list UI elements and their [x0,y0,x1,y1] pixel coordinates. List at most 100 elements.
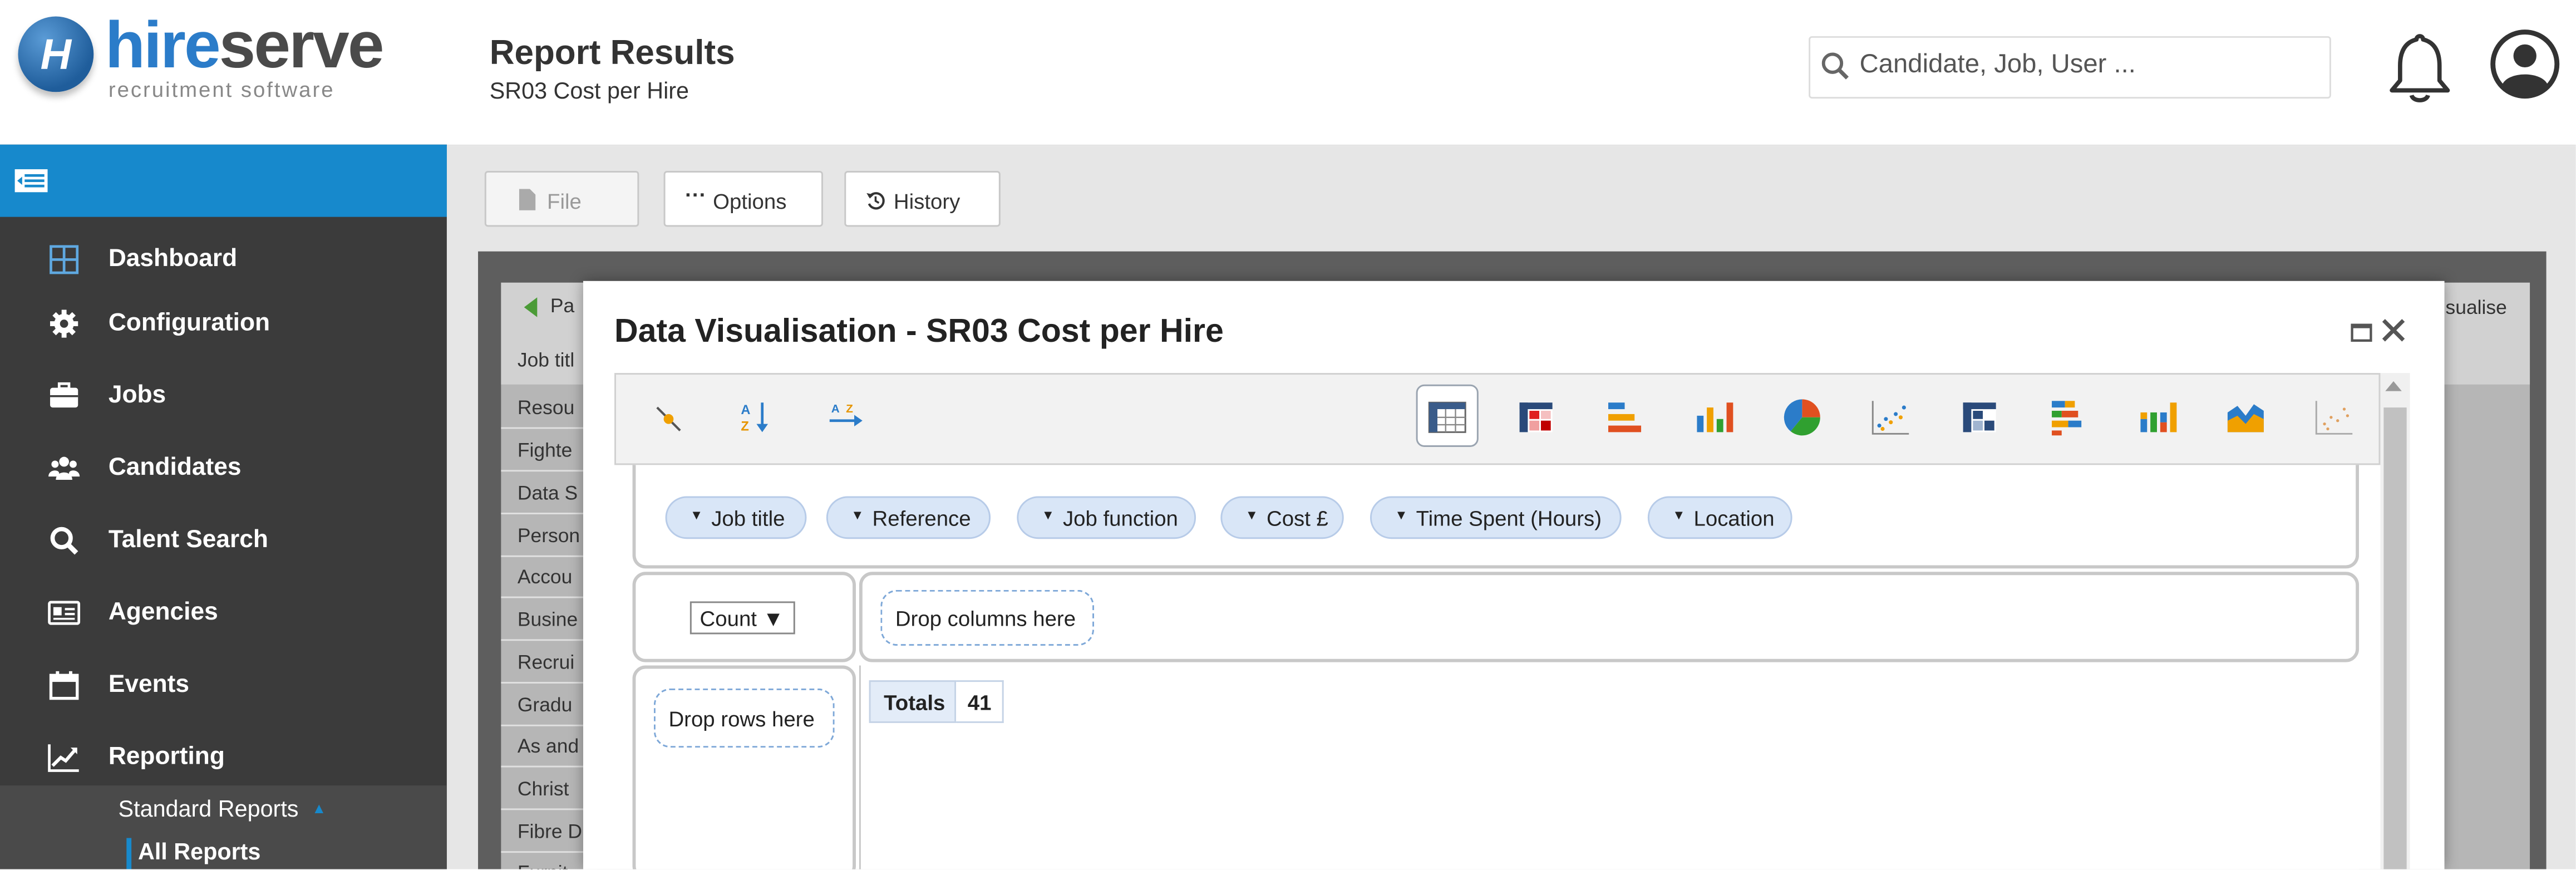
search-input[interactable] [1859,37,2320,94]
sidebar-item-label: Configuration [108,308,270,337]
drop-rows-target[interactable]: Drop rows here [653,688,835,748]
field-chip-job-function[interactable]: ▼ Job function [1017,496,1196,539]
field-chip-cost[interactable]: ▼ Cost £ [1220,496,1344,539]
sidebar-item-label: Events [108,670,190,699]
bell-icon[interactable] [2385,30,2454,105]
job-title-cell: Fibre D [517,820,583,843]
scrollbar-thumb[interactable] [2383,407,2407,869]
sort-direction-icon[interactable]: AZ [825,396,868,439]
field-chip-reference[interactable]: ▼ Reference [826,496,991,539]
sidebar-item-label: Reporting [108,743,225,771]
dialog-title: Data Visualisation - SR03 Cost per Hire [614,313,1224,350]
drop-columns-target[interactable]: Drop columns here [880,589,1095,646]
svg-text:Z: Z [741,419,748,434]
id-card-icon [48,601,81,625]
hireserve-logo-badge[interactable]: H [18,16,94,92]
options-button[interactable]: ··· Options [663,171,823,227]
line-chart-icon [48,744,79,772]
stacked-column-icon[interactable] [2136,396,2179,439]
job-title-cell: Resou [517,396,575,419]
field-chip-label: Job function [1062,506,1178,531]
field-chip-time-spent[interactable]: ▼ Time Spent (Hours) [1370,496,1622,539]
field-chip-label: Time Spent (Hours) [1416,506,1602,531]
sidebar-item-label: Dashboard [108,244,238,273]
totals-label: Totals [884,690,945,715]
history-button-label: History [893,189,961,214]
table-icon[interactable] [1426,396,1469,439]
scatter-chart-icon[interactable] [1869,396,1912,439]
sidebar-item-agencies[interactable]: Agencies [0,580,447,646]
user-account-icon[interactable] [2489,28,2561,100]
people-icon [48,456,80,480]
submenu-standard-reports[interactable]: Standard Reports ▲ [119,795,327,822]
clear-icon[interactable] [647,396,690,439]
dropdown-arrow-icon: ▼ [1041,508,1055,523]
sidebar-item-talent-search[interactable]: Talent Search [0,508,447,573]
sidebar-item-label: Jobs [108,381,166,410]
sidebar-item-events[interactable]: Events [0,652,447,718]
visualise-button[interactable]: isualise [2441,296,2507,318]
sidebar-item-reporting[interactable]: Reporting [0,725,447,790]
dropdown-arrow-icon: ▼ [689,508,703,523]
pie-chart-icon[interactable] [1781,396,1824,439]
search-icon [50,527,78,555]
job-title-cell: Data S [517,481,578,505]
maximize-icon[interactable] [2351,323,2372,342]
logo-word-part2: serve [219,9,385,82]
drop-rows-label: Drop rows here [668,706,815,731]
calendar-icon [49,671,79,700]
field-chip-label: Cost £ [1266,506,1328,531]
job-title-cell: As and [517,734,579,758]
file-button-label: File [547,189,582,214]
sidebar-item-label: Agencies [108,598,218,626]
sidebar-item-label: Talent Search [108,525,268,554]
totals-value-cell[interactable]: 41 [956,680,1004,723]
field-chip-label: Reference [872,506,971,531]
totals-header-cell: Totals [869,680,957,723]
options-button-label: Options [713,189,787,214]
dot-chart-icon[interactable] [2313,396,2356,439]
sidebar-item-jobs[interactable]: Jobs [0,363,447,429]
close-icon[interactable] [2380,317,2406,343]
submenu-all-reports[interactable]: All Reports [138,838,260,864]
back-arrow-icon[interactable] [524,297,538,317]
history-icon [866,192,885,210]
field-chip-job-title[interactable]: ▼ Job title [665,496,807,539]
svg-text:A: A [741,403,750,417]
sidebar-item-configuration[interactable]: Configuration [0,291,447,357]
job-title-cell: Christ [517,777,569,800]
scroll-up-arrow-icon[interactable] [2385,381,2402,391]
sort-az-icon[interactable]: AZ [736,396,779,439]
job-title-cell: Recrui [517,650,575,674]
job-title-cell: Fighte [517,439,573,462]
svg-text:A: A [831,402,840,415]
back-label[interactable]: Pa [550,294,574,317]
stacked-bar-icon[interactable] [2047,396,2090,439]
collapse-menu-icon[interactable] [14,169,48,193]
submenu-standard-reports-label: Standard Reports [118,795,299,822]
bar-chart-icon[interactable] [1692,396,1735,439]
file-icon [519,189,536,210]
pivot-toolbar [614,373,2381,465]
horizontal-bar-icon[interactable] [1603,396,1646,439]
dropdown-arrow-icon: ▼ [1395,508,1408,523]
field-chip-location[interactable]: ▼ Location [1647,496,1792,539]
briefcase-icon [50,382,78,408]
logo-word-part1: hire [105,9,221,82]
heatmap-icon[interactable] [1515,396,1558,439]
chevron-up-icon: ▲ [312,800,327,817]
hireserve-logo-wordmark[interactable]: hireserve [105,7,385,86]
area-chart-icon[interactable] [2224,396,2267,439]
page-title: Report Results [489,34,735,72]
job-title-cell: Person [517,524,580,548]
history-button[interactable]: History [844,171,1001,227]
column-header-job-title: Job titl [517,348,575,372]
row-heatmap-icon[interactable] [1958,396,2001,439]
pivot-result-area [859,665,2360,869]
sidebar-item-candidates[interactable]: Candidates [0,435,447,501]
logo-letter: H [40,30,72,79]
aggregator-select[interactable]: Count ▼ [689,601,795,635]
file-button[interactable]: File [484,171,639,227]
sidebar-item-dashboard[interactable]: Dashboard [0,227,447,292]
sidebar-top-bar [0,144,447,217]
